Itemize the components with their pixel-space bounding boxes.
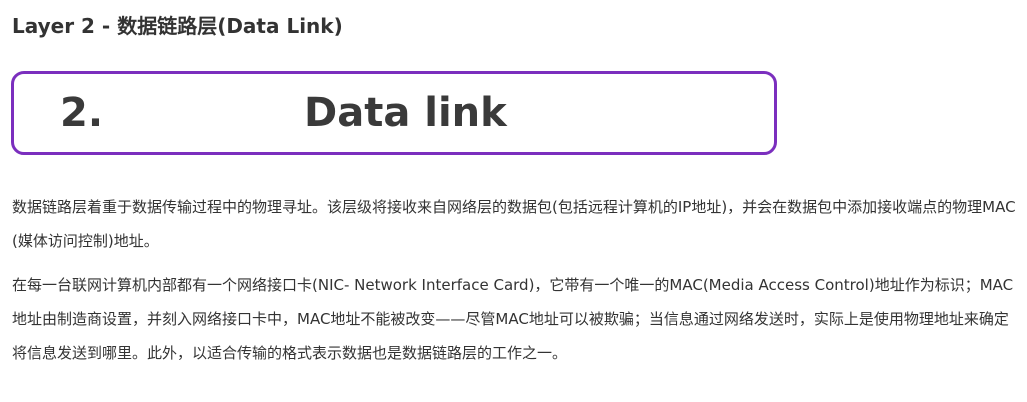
layer-banner: 2. Data link (11, 71, 777, 155)
banner-layer-number: 2. (60, 90, 104, 136)
paragraph-intro: 数据链路层着重于数据传输过程中的物理寻址。该层级将接收来自网络层的数据包(包括远… (12, 198, 1016, 250)
paragraph-mac-detail: 在每一台联网计算机内部都有一个网络接口卡(NIC- Network Interf… (12, 276, 1014, 362)
banner-layer-title: Data link (304, 90, 507, 136)
section-heading: Layer 2 - 数据链路层(Data Link) (12, 14, 343, 38)
